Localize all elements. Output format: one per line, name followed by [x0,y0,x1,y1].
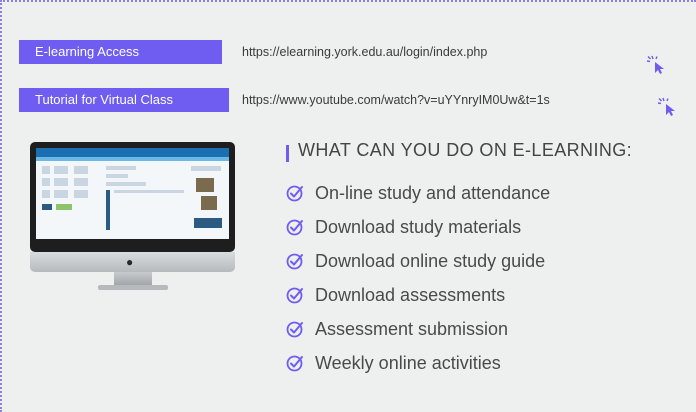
feature-label: Weekly online activities [315,353,501,373]
section-title-text: WHAT CAN YOU DO ON E-LEARNING: [298,140,633,160]
monitor-base [98,285,168,290]
monitor-frame [30,142,235,252]
check-circle-icon [286,219,303,236]
check-circle-icon [286,355,303,372]
monitor-chin: ● [30,252,235,272]
elearning-access-url[interactable]: https://elearning.york.edu.au/login/inde… [242,40,487,64]
feature-label: Download online study guide [315,251,546,271]
feature-label: Download study materials [315,217,522,237]
section-title-accent-bar [286,145,289,162]
virtual-class-tutorial-button[interactable]: Tutorial for Virtual Class [19,88,229,112]
desktop-computer-image: ● [30,142,235,292]
apple-logo-icon: ● [126,255,134,269]
cursor-click-icon [646,55,664,74]
elearning-access-button[interactable]: E-learning Access [19,40,222,64]
elearning-screenshot [36,148,229,239]
check-circle-icon [286,321,303,338]
check-circle-icon [286,287,303,304]
feature-label: On-line study and attendance [315,183,551,203]
feature-label: Assessment submission [315,319,509,339]
feature-label: Download assessments [315,285,506,305]
check-circle-icon [286,253,303,270]
content-panel: E-learning Access https://elearning.york… [0,0,696,412]
virtual-class-tutorial-url[interactable]: https://www.youtube.com/watch?v=uYYnryIM… [242,88,550,112]
check-circle-icon [286,185,303,202]
monitor-stand [114,272,152,286]
cursor-click-icon [657,97,675,116]
